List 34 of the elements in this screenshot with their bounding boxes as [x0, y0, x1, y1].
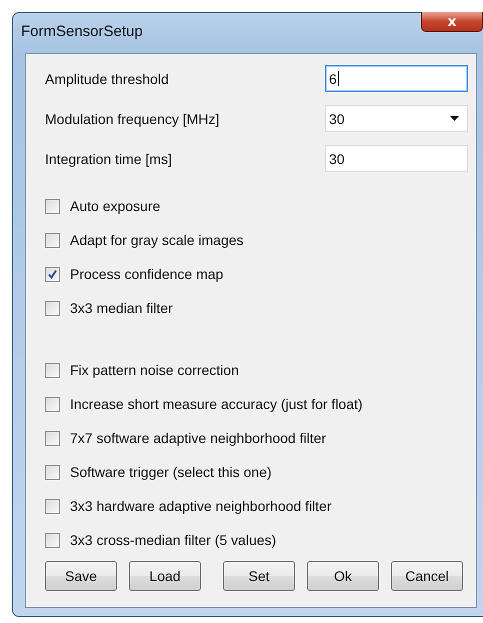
checkbox[interactable] [45, 532, 60, 548]
checkbox-label: Process confidence map [70, 266, 224, 282]
field-label: Amplitude threshold [45, 70, 169, 86]
checkbox-label: Increase short measure accuracy (just for float) [70, 396, 363, 412]
checkbox[interactable] [45, 430, 60, 446]
input-field[interactable]: 6 [325, 65, 468, 92]
checkbox[interactable] [45, 498, 60, 514]
dialog-button[interactable]: Ok [307, 561, 379, 591]
dialog-button[interactable]: Save [45, 561, 117, 591]
frequency-dropdown[interactable]: 30 [325, 105, 468, 132]
checkbox[interactable] [45, 266, 60, 282]
dropdown-arrow-icon [450, 116, 459, 121]
dialog-button[interactable]: Set [223, 561, 295, 591]
checkbox-label: 3x3 cross-median filter (5 values) [70, 532, 276, 548]
window-title: FormSensorSetup [21, 23, 143, 40]
checkbox[interactable] [45, 198, 60, 214]
checkbox-label: Auto exposure [70, 198, 160, 214]
checkbox-label: 3x3 median filter [70, 300, 173, 316]
checkbox-label: 3x3 hardware adaptive neighborhood filter [70, 498, 332, 514]
dialog-button[interactable]: Load [129, 561, 201, 591]
checkbox-label: Adapt for gray scale images [70, 232, 244, 248]
checkbox-label: Software trigger (select this one) [70, 464, 272, 480]
close-button[interactable]: x [421, 12, 483, 32]
checkbox[interactable] [45, 396, 60, 412]
checkbox-label: Fix pattern noise correction [70, 362, 239, 378]
checkbox[interactable] [45, 464, 60, 480]
checkbox[interactable] [45, 232, 60, 248]
field-label: Modulation frequency [MHz] [45, 110, 220, 126]
field-label: Integration time [ms] [45, 150, 172, 166]
checkbox-label: 7x7 software adaptive neighborhood filter [70, 430, 326, 446]
checkbox[interactable] [45, 300, 60, 316]
checkbox[interactable] [45, 362, 60, 378]
input-field[interactable]: 30 [325, 145, 468, 172]
dialog-button[interactable]: Cancel [391, 561, 463, 591]
